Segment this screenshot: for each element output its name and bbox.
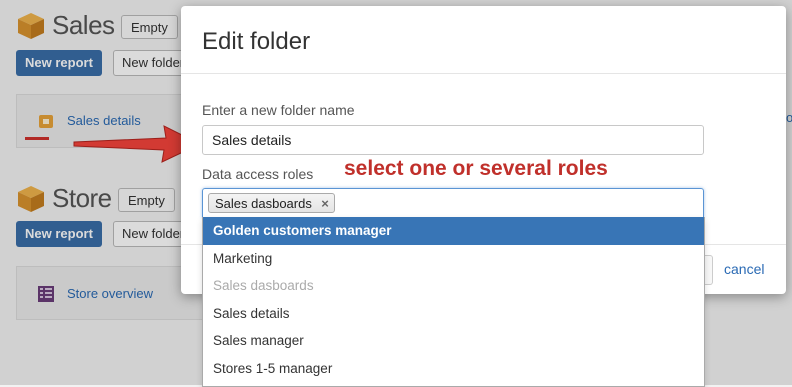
role-option[interactable]: Sales manager (203, 327, 704, 355)
role-option[interactable]: Sales details (203, 300, 704, 328)
roles-label: Data access roles (202, 166, 314, 182)
dialog-title: Edit folder (202, 28, 311, 55)
cancel-link[interactable]: cancel (724, 261, 764, 277)
role-option[interactable]: Stores 1-5 manager (203, 355, 704, 383)
role-option: Sales dasboards (213, 278, 314, 293)
folder-name-label: Enter a new folder name (202, 102, 355, 118)
roles-multiselect[interactable]: Sales dasboards × (202, 188, 704, 218)
role-option[interactable]: Golden customers manager (203, 217, 704, 245)
selected-role-label: Sales dasboards (215, 196, 312, 211)
role-option[interactable]: Marketing (203, 245, 704, 273)
remove-tag-icon[interactable]: × (321, 194, 329, 213)
annotation-text: select one or several roles (344, 157, 608, 180)
selected-role-tag: Sales dasboards × (208, 193, 335, 213)
folder-name-input[interactable]: Sales details (202, 125, 704, 155)
roles-dropdown-list: Golden customers manager Marketing Sales… (202, 217, 705, 387)
